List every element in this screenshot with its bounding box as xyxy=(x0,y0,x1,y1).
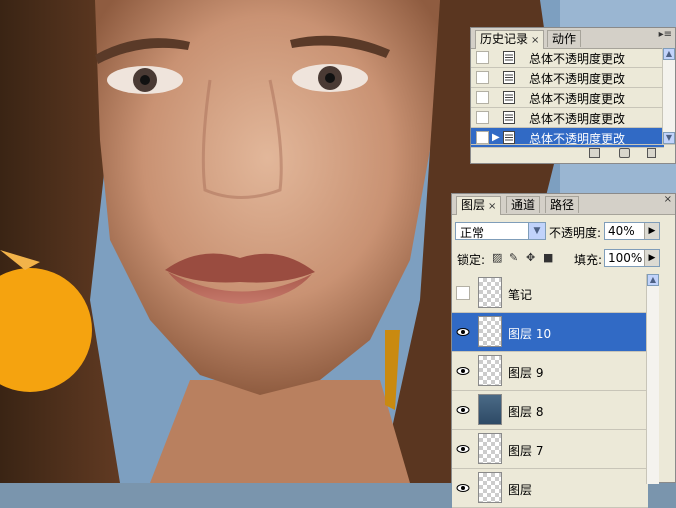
history-state-label: 总体不透明度更改 xyxy=(529,52,626,66)
blend-mode-select[interactable]: 正常 ▼ xyxy=(455,222,546,240)
fill-input[interactable]: 100% ▶ xyxy=(604,249,660,267)
layer-row[interactable]: 图层 9 xyxy=(452,352,648,391)
fill-label: 填充: xyxy=(574,253,603,267)
history-state[interactable]: 总体不透明度更改 xyxy=(471,88,664,108)
tab-close-icon[interactable]: × xyxy=(488,201,496,212)
eye-icon[interactable] xyxy=(456,325,470,339)
history-brush-source-checkbox[interactable] xyxy=(476,71,489,84)
trash-icon[interactable] xyxy=(647,148,656,158)
history-scrollbar[interactable]: ▲ ▼ xyxy=(662,48,675,144)
layer-name: 图层 8 xyxy=(508,405,544,419)
eye-icon[interactable] xyxy=(456,442,470,456)
layer-row[interactable]: 图层 8 xyxy=(452,391,648,430)
opacity-input[interactable]: 40% ▶ xyxy=(604,222,660,240)
lock-position-move-icon[interactable]: ✥ xyxy=(526,252,537,263)
lock-all-icon[interactable]: ■ xyxy=(543,252,554,263)
layer-name: 图层 7 xyxy=(508,444,544,458)
panel-close-icon[interactable]: × xyxy=(664,194,672,205)
history-state[interactable]: 总体不透明度更改 xyxy=(471,68,664,88)
new-document-icon[interactable] xyxy=(589,148,600,158)
layer-name: 图层 9 xyxy=(508,366,544,380)
layer-row[interactable]: 笔记 xyxy=(452,274,648,313)
layer-thumbnail xyxy=(478,433,502,464)
document-state-icon xyxy=(503,131,515,144)
tab-history-label: 历史记录 xyxy=(480,32,529,46)
history-panel: 历史记录 × 动作 ▸≡ 总体不透明度更改 总体不透明度更改 总体不透明度更改 总… xyxy=(470,27,676,164)
history-state-label: 总体不透明度更改 xyxy=(529,112,626,126)
tab-history[interactable]: 历史记录 × xyxy=(475,30,545,49)
scroll-up-icon[interactable]: ▲ xyxy=(663,48,675,60)
layer-thumbnail xyxy=(478,472,502,503)
history-brush-source-checkbox[interactable] xyxy=(476,131,489,144)
tab-paths[interactable]: 路径 xyxy=(545,196,580,213)
chevron-down-icon[interactable]: ▼ xyxy=(528,223,545,239)
history-brush-source-checkbox[interactable] xyxy=(476,91,489,104)
tab-close-icon[interactable]: × xyxy=(531,35,539,46)
document-state-icon xyxy=(503,51,515,64)
layer-thumbnail xyxy=(478,316,502,347)
history-state-label: 总体不透明度更改 xyxy=(529,92,626,106)
history-brush-source-checkbox[interactable] xyxy=(476,111,489,124)
history-list: 总体不透明度更改 总体不透明度更改 总体不透明度更改 总体不透明度更改 ▶ 总体… xyxy=(471,48,664,148)
layer-thumbnail xyxy=(478,277,502,308)
history-tab-bar: 历史记录 × 动作 ▸≡ xyxy=(471,28,675,49)
history-state[interactable]: 总体不透明度更改 xyxy=(471,108,664,128)
document-state-icon xyxy=(503,111,515,124)
layer-name: 图层 xyxy=(508,483,533,497)
visibility-toggle-off[interactable] xyxy=(456,286,470,300)
fill-value: 100% xyxy=(608,251,643,265)
layer-row-selected[interactable]: 图层 10 xyxy=(452,313,648,352)
tab-channels[interactable]: 通道 xyxy=(506,196,541,213)
tab-layers-label: 图层 xyxy=(461,198,486,212)
history-footer xyxy=(471,144,675,163)
panel-menu-icon[interactable]: ▸≡ xyxy=(659,29,672,40)
lock-label: 锁定: xyxy=(457,253,486,267)
blend-mode-value: 正常 xyxy=(460,226,485,240)
current-state-arrow-icon: ▶ xyxy=(492,132,500,143)
fill-slider-arrow-icon[interactable]: ▶ xyxy=(644,250,659,266)
history-brush-source-checkbox[interactable] xyxy=(476,51,489,64)
layer-row[interactable]: 图层 7 xyxy=(452,430,648,469)
lock-transparency-icon[interactable]: ▨ xyxy=(492,252,503,263)
tab-channels-label: 通道 xyxy=(511,198,536,212)
layers-tab-bar: 图层 × 通道 路径 × xyxy=(452,194,675,215)
layer-name: 笔记 xyxy=(508,288,533,302)
layer-name: 图层 10 xyxy=(508,327,552,341)
eye-icon[interactable] xyxy=(456,403,470,417)
lock-image-brush-icon[interactable]: ✎ xyxy=(509,252,520,263)
history-state[interactable]: 总体不透明度更改 xyxy=(471,48,664,68)
tab-layers[interactable]: 图层 × xyxy=(456,196,502,215)
layers-panel: 图层 × 通道 路径 × 正常 ▼ 不透明度: 40% ▶ 锁定: ▨ ✎ ✥ ■… xyxy=(451,193,676,508)
tab-actions[interactable]: 动作 xyxy=(547,30,582,47)
document-state-icon xyxy=(503,91,515,104)
layer-thumbnail xyxy=(478,355,502,386)
eye-icon[interactable] xyxy=(456,481,470,495)
layers-scrollbar[interactable]: ▲ xyxy=(646,274,659,484)
scroll-up-icon[interactable]: ▲ xyxy=(647,274,659,286)
snapshot-camera-icon[interactable] xyxy=(619,148,630,158)
opacity-value: 40% xyxy=(608,224,635,238)
opacity-slider-arrow-icon[interactable]: ▶ xyxy=(644,223,659,239)
document-state-icon xyxy=(503,71,515,84)
opacity-label: 不透明度: xyxy=(549,226,602,240)
tab-paths-label: 路径 xyxy=(550,198,575,212)
tab-actions-label: 动作 xyxy=(552,32,577,46)
eye-icon[interactable] xyxy=(456,364,470,378)
history-state-label: 总体不透明度更改 xyxy=(529,72,626,86)
layer-row[interactable]: 图层 xyxy=(452,469,648,508)
scroll-down-icon[interactable]: ▼ xyxy=(663,132,675,144)
layer-thumbnail-photo xyxy=(478,394,502,425)
